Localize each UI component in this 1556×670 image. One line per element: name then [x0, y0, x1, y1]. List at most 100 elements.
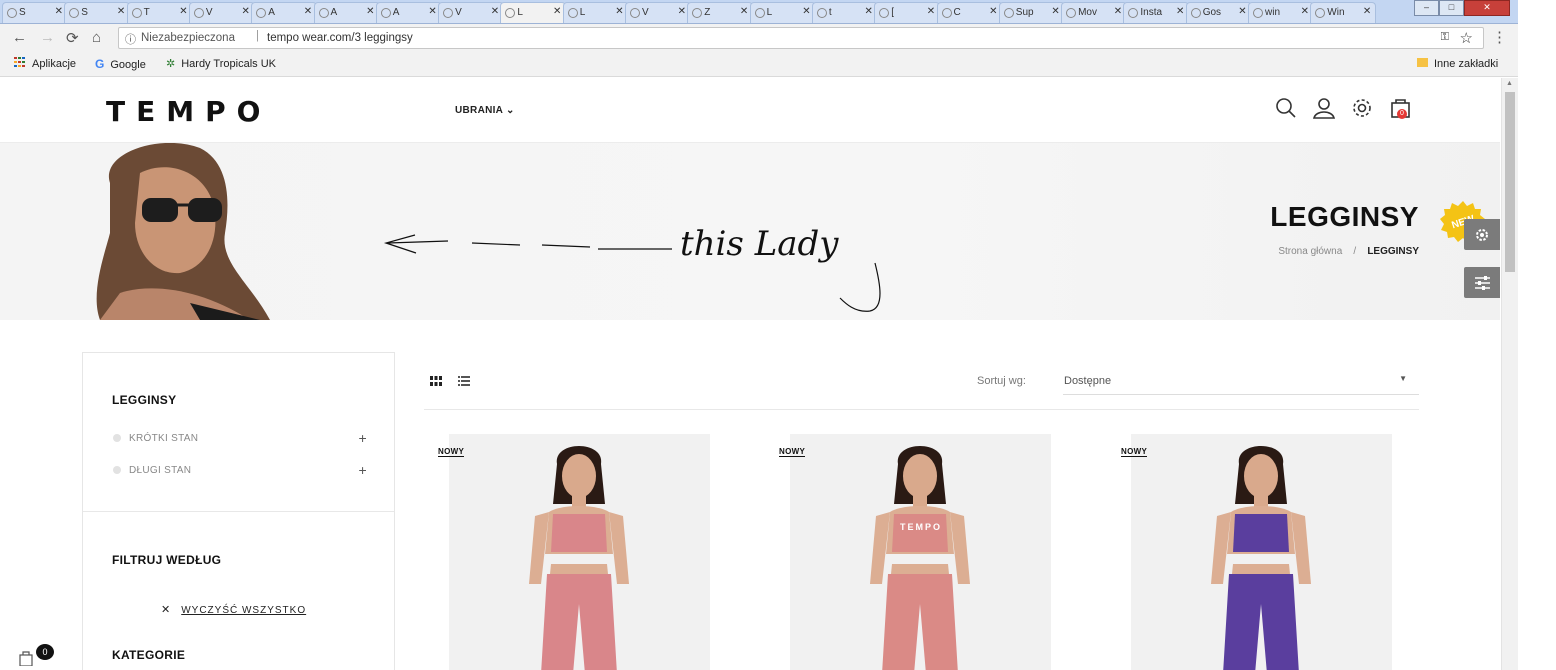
info-icon[interactable]: ⓘ	[125, 31, 136, 47]
tab-close-icon[interactable]: ✕	[678, 6, 686, 17]
browser-tab[interactable]: Z ✕	[687, 2, 754, 23]
browser-tab[interactable]: C ✕	[936, 2, 1003, 23]
category-item-krotki-stan[interactable]: KRÓTKI STAN +	[113, 430, 367, 446]
product-card[interactable]	[449, 434, 710, 670]
bookmark-google[interactable]: G Google	[95, 57, 146, 71]
r-icon	[879, 8, 890, 18]
url-text[interactable]: tempo wear.com/3 leggingsy	[267, 32, 413, 44]
other-bookmarks[interactable]: Inne zakładki	[1417, 57, 1498, 70]
home-icon[interactable]: ⌂	[92, 29, 101, 46]
tab-close-icon[interactable]: ✕	[428, 6, 436, 17]
tab-close-icon[interactable]: ✕	[615, 6, 623, 17]
nav-menu-ubrania[interactable]: UBRANIA ⌄	[455, 105, 515, 116]
bookmark-hardy-tropicals[interactable]: ✲ Hardy Tropicals UK	[166, 57, 276, 70]
floating-mini-cart[interactable]: 0	[18, 644, 54, 670]
tab-close-icon[interactable]: ✕	[927, 6, 935, 17]
browser-toolbar: ← → ⟳ ⌂ ⓘ Niezabezpieczona | tempo wear.…	[0, 24, 1518, 52]
bookmark-star-icon[interactable]: ☆	[1460, 29, 1473, 47]
maximize-button[interactable]: □	[1439, 0, 1464, 16]
product-card[interactable]	[1131, 434, 1392, 670]
scrollbar-thumb[interactable]	[1505, 92, 1515, 272]
theme-settings-button[interactable]	[1464, 219, 1500, 250]
tab-close-icon[interactable]: ✕	[242, 6, 250, 17]
browser-tab[interactable]: Insta ✕	[1123, 2, 1190, 23]
close-window-button[interactable]: ✕	[1464, 0, 1510, 16]
browser-tab[interactable]: [✕	[874, 2, 941, 23]
browser-tab[interactable]: S ✕	[2, 2, 68, 23]
expand-plus-icon[interactable]: +	[359, 462, 367, 478]
browser-tab[interactable]: Win ✕	[1310, 2, 1377, 23]
reload-icon[interactable]: ⟳	[66, 29, 79, 47]
browser-tab[interactable]: t ✕	[811, 2, 878, 23]
browser-tab[interactable]: S ✕	[64, 2, 131, 23]
tab-close-icon[interactable]: ✕	[1176, 6, 1184, 17]
tab-close-icon[interactable]: ✕	[1051, 6, 1059, 17]
grid-view-icon[interactable]	[430, 376, 442, 386]
tab-close-icon[interactable]: ✕	[1114, 6, 1122, 17]
browser-tab[interactable]: Gos ✕	[1185, 2, 1252, 23]
site-icon	[193, 8, 204, 18]
filter-sliders-button[interactable]	[1464, 267, 1500, 298]
expand-plus-icon[interactable]: +	[359, 430, 367, 446]
bookmark-apps[interactable]: Aplikacje	[14, 57, 76, 70]
page-scrollbar[interactable]: ▲	[1501, 78, 1518, 670]
minimize-button[interactable]: –	[1414, 0, 1439, 16]
browser-tab[interactable]: Sup ✕	[998, 2, 1065, 23]
browser-tab[interactable]: A ✕	[375, 2, 442, 23]
browser-tab[interactable]: V ✕	[438, 2, 505, 23]
tab-close-icon[interactable]: ✕	[55, 6, 63, 17]
tab-close-icon[interactable]: ✕	[865, 6, 873, 17]
tab-close-icon[interactable]: ✕	[1363, 6, 1371, 17]
sort-label: Sortuj wg:	[977, 375, 1026, 387]
tab-close-icon[interactable]: ✕	[1238, 6, 1246, 17]
product-card[interactable]: TEMPO	[790, 434, 1051, 670]
browser-tab[interactable]: A ✕	[251, 2, 318, 23]
user-icon[interactable]	[1312, 96, 1336, 120]
tab-close-icon[interactable]: ✕	[553, 6, 561, 17]
sort-select[interactable]: Dostępne ▼	[1063, 370, 1419, 395]
tab-close-icon[interactable]: ✕	[989, 6, 997, 17]
site-logo[interactable]: TEMPO	[106, 95, 271, 128]
browser-tab[interactable]: A ✕	[313, 2, 380, 23]
cart-button[interactable]: 0	[1389, 96, 1413, 120]
tab-close-icon[interactable]: ✕	[179, 6, 187, 17]
tab-close-icon[interactable]: ✕	[740, 6, 748, 17]
tab-label: Z	[704, 7, 711, 18]
browser-tab[interactable]: V ✕	[188, 2, 255, 23]
browser-tab[interactable]: L ✕	[562, 2, 629, 23]
tab-close-icon[interactable]: ✕	[1301, 6, 1309, 17]
tab-close-icon[interactable]: ✕	[802, 6, 810, 17]
tab-close-icon[interactable]: ✕	[304, 6, 312, 17]
search-icon[interactable]	[1274, 96, 1298, 120]
browser-tab[interactable]: win ✕	[1248, 2, 1314, 23]
facebook-icon	[1190, 8, 1201, 18]
browser-tab[interactable]: T ✕	[126, 2, 193, 23]
browser-tab[interactable]: L ✕	[749, 2, 816, 23]
browser-tab[interactable]: L ✕	[500, 2, 567, 23]
site-icon	[692, 8, 703, 18]
browser-menu-icon[interactable]: ⋮	[1492, 28, 1507, 46]
breadcrumb-home[interactable]: Strona główna	[1278, 246, 1342, 257]
scroll-up-icon[interactable]: ▲	[1506, 80, 1513, 87]
address-bar[interactable]: ⓘ Niezabezpieczona | tempo wear.com/3 le…	[118, 27, 1484, 49]
sidebar-divider	[83, 511, 394, 512]
clear-all-filters[interactable]: ✕ WYCZYŚĆ WSZYSTKO	[161, 603, 306, 616]
forward-icon[interactable]: →	[40, 29, 55, 46]
site-header: TEMPO UBRANIA ⌄ 0	[0, 78, 1500, 143]
page-title: LEGGINSY	[1270, 201, 1419, 232]
browser-tab[interactable]: Mov ✕	[1061, 2, 1128, 23]
annotation-text: this Lady	[680, 224, 839, 264]
key-icon[interactable]: ⚿	[1441, 31, 1449, 44]
list-view-icon[interactable]	[458, 376, 470, 386]
chevron-down-icon: ▼	[1399, 374, 1407, 383]
back-icon[interactable]: ←	[12, 29, 27, 46]
tab-close-icon[interactable]: ✕	[491, 6, 499, 17]
tab-label: V	[205, 7, 213, 18]
browser-tab[interactable]: V ✕	[625, 2, 691, 23]
tab-label: S	[81, 7, 88, 18]
settings-gear-icon[interactable]	[1350, 96, 1374, 120]
new-product-tag: NOWY	[1121, 447, 1148, 457]
tab-close-icon[interactable]: ✕	[117, 6, 125, 17]
tab-close-icon[interactable]: ✕	[366, 6, 374, 17]
category-item-dlugi-stan[interactable]: DŁUGI STAN +	[113, 462, 367, 478]
